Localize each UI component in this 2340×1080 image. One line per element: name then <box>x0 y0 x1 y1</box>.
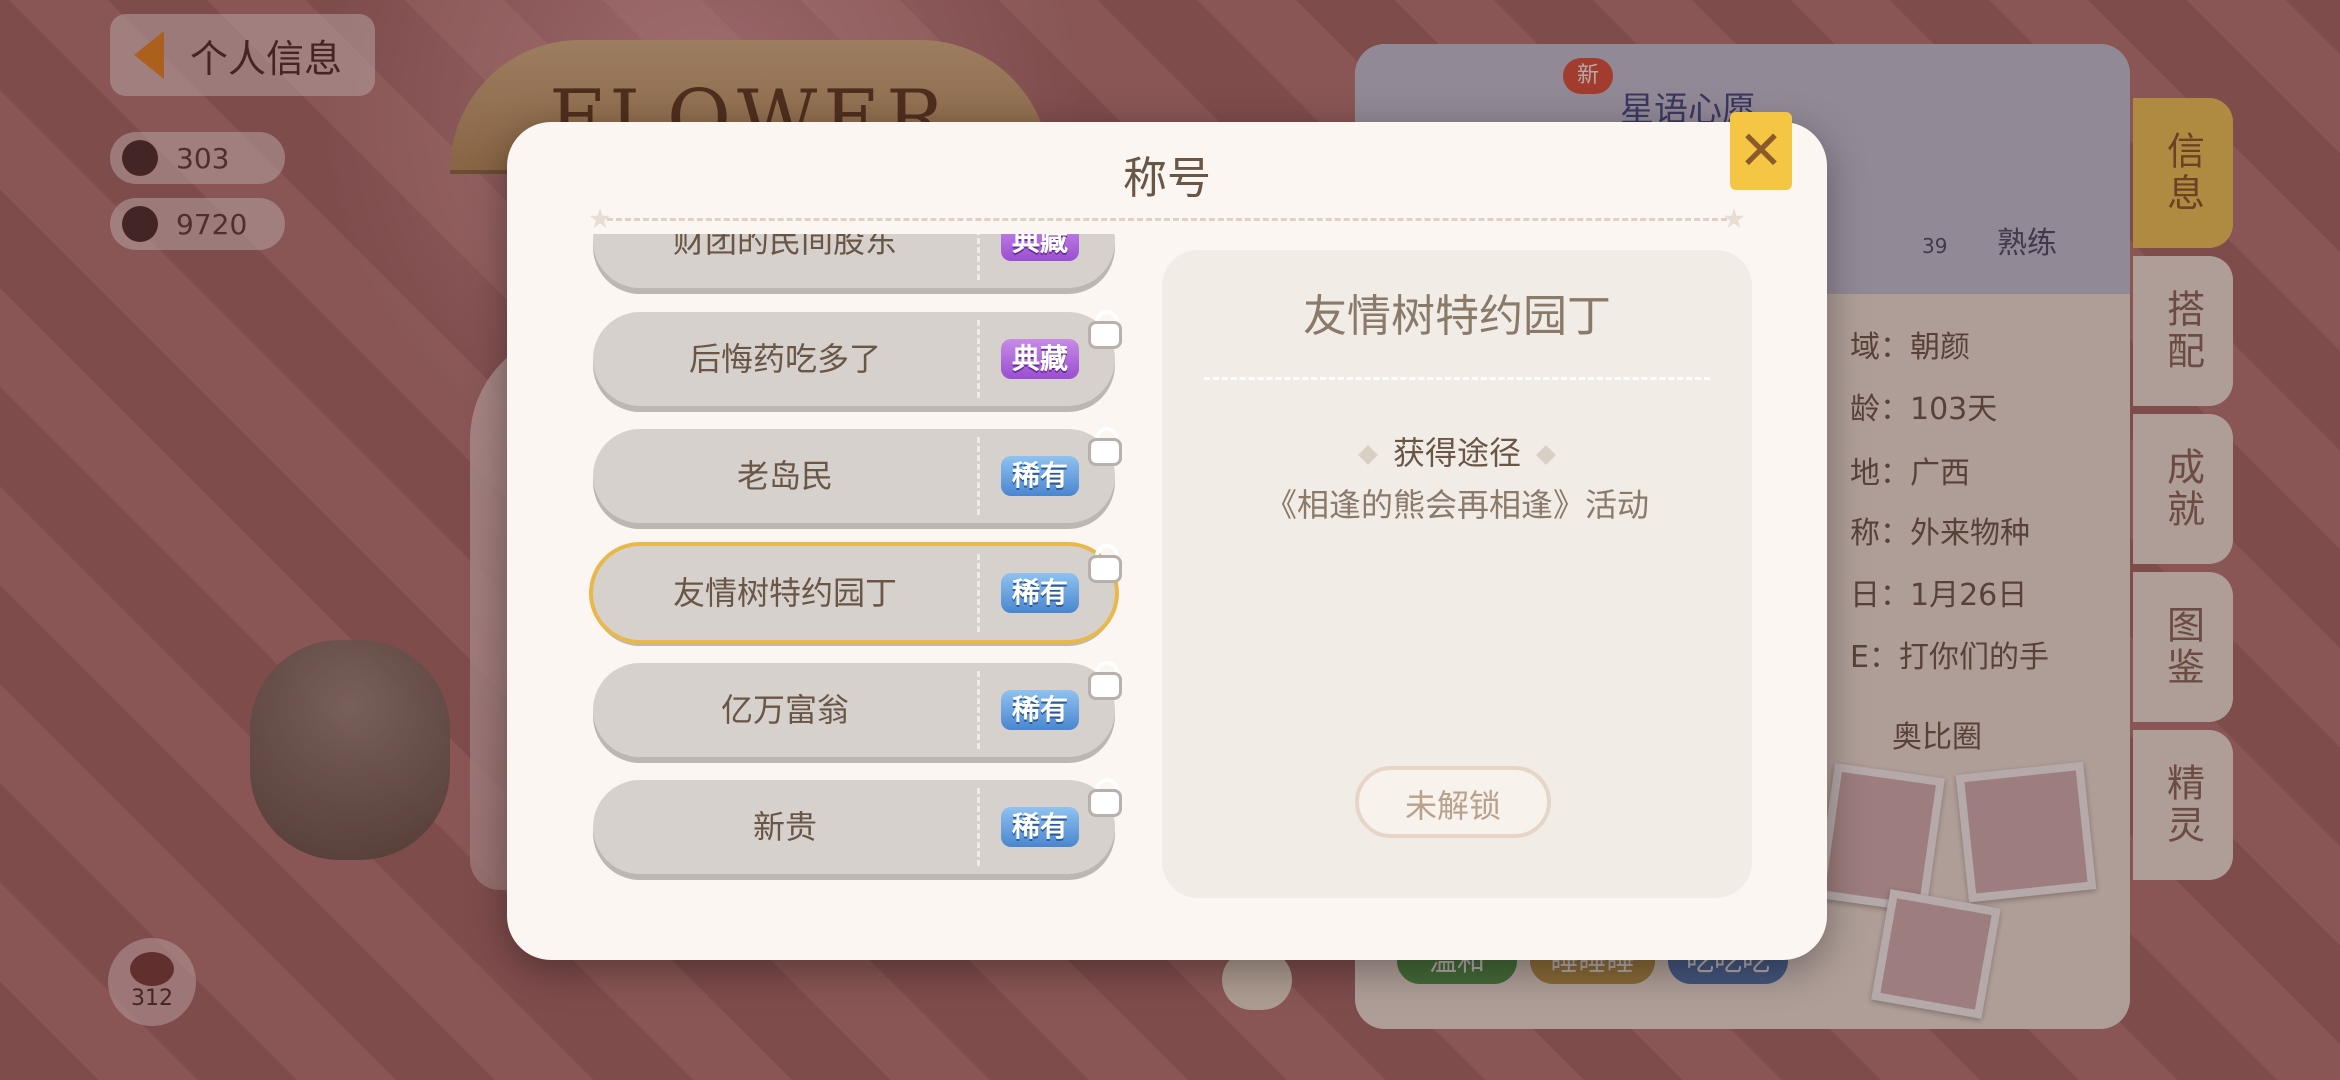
modal-title: 称号 <box>1123 153 1211 204</box>
title-list[interactable]: 财团的民间股东 典藏 后悔药吃多了 典藏 老岛民 稀有 友情树特约园丁 稀有 亿… <box>587 234 1127 902</box>
detail-divider <box>1204 377 1710 380</box>
lock-icon <box>1089 427 1119 463</box>
lock-icon <box>1089 778 1119 814</box>
title-item-name: 新贵 <box>752 808 817 846</box>
rarity-badge: 稀有 <box>1001 456 1079 496</box>
title-item-4-selected[interactable]: 友情树特约园丁 稀有 <box>593 544 1119 640</box>
acquire-label: 获得途径 <box>1392 434 1521 472</box>
title-divider <box>607 218 1727 221</box>
title-item-separator <box>977 437 980 515</box>
detail-title: 友情树特约园丁 <box>1303 291 1611 342</box>
title-item-2[interactable]: 后悔药吃多了 典藏 <box>593 310 1119 406</box>
lock-icon <box>1089 544 1119 580</box>
title-item-separator <box>977 234 980 280</box>
lock-icon <box>1089 661 1119 697</box>
unlock-button[interactable]: 未解锁 <box>1355 766 1551 838</box>
title-detail-panel: 友情树特约园丁 获得途径 《相逢的熊会再相逢》活动 未解锁 <box>1162 250 1752 898</box>
title-item-separator <box>977 554 980 632</box>
rarity-badge: 稀有 <box>1001 807 1079 847</box>
close-x-icon: ✕ <box>1738 119 1784 182</box>
acquire-value: 《相逢的熊会再相逢》活动 <box>1264 486 1649 524</box>
title-item-name: 亿万富翁 <box>720 691 849 729</box>
title-item-5[interactable]: 亿万富翁 稀有 <box>593 661 1119 757</box>
title-item-3[interactable]: 老岛民 稀有 <box>593 427 1119 523</box>
title-modal: 称号 财团的民间股东 典藏 后悔药吃多了 典藏 老岛民 稀有 友情树特约园丁 稀… <box>507 122 1827 960</box>
title-item-1[interactable]: 财团的民间股东 典藏 <box>593 234 1115 288</box>
title-item-name: 财团的民间股东 <box>672 234 897 260</box>
title-item-separator <box>977 788 980 866</box>
title-item-separator <box>977 671 980 749</box>
title-item-name: 友情树特约园丁 <box>672 574 897 612</box>
rarity-badge: 典藏 <box>1001 234 1079 261</box>
rarity-badge: 稀有 <box>1001 690 1079 730</box>
rarity-badge: 典藏 <box>1001 339 1079 379</box>
sparkle-icon <box>1358 445 1378 465</box>
title-item-separator <box>977 320 980 398</box>
title-item-name: 后悔药吃多了 <box>688 340 881 378</box>
title-item-6[interactable]: 新贵 稀有 <box>593 778 1119 874</box>
rarity-badge: 稀有 <box>1001 573 1079 613</box>
lock-icon <box>1089 310 1119 346</box>
sparkle-icon <box>1536 445 1556 465</box>
title-item-name: 老岛民 <box>736 457 833 495</box>
acquire-label-row: 获得途径 <box>1162 428 1752 474</box>
close-button[interactable]: ✕ <box>1730 112 1792 190</box>
